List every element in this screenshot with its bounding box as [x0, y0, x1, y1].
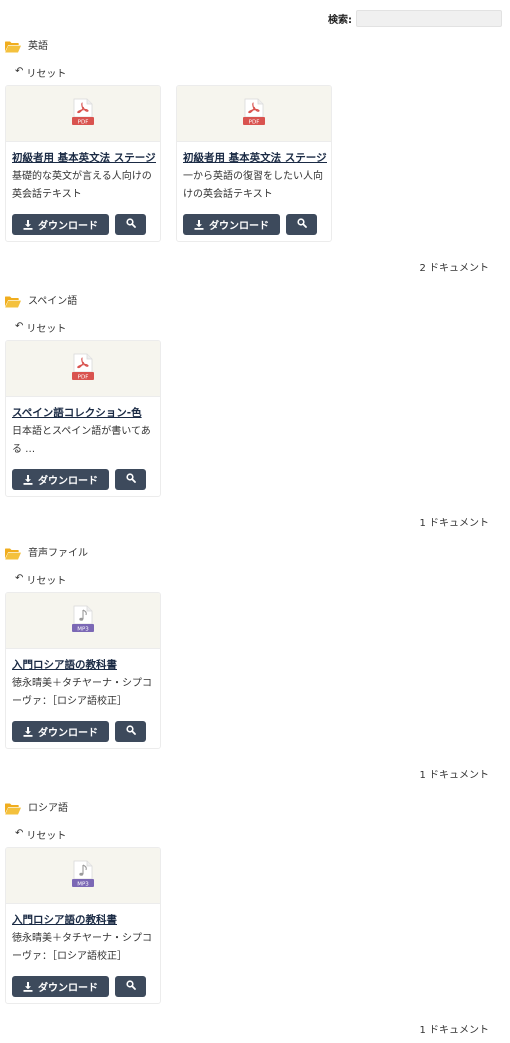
card-list: MP3 入門ロシア語の教科書 徳永晴美＋タチヤーナ・シプコーヴァ：［ロシア語校正…	[5, 847, 161, 1004]
card-title-link[interactable]: スペイン語コレクション-色	[12, 405, 156, 420]
folder-header: ロシア語	[5, 799, 68, 815]
svg-text:PDF: PDF	[249, 119, 260, 125]
folder-name: 音声ファイル	[28, 547, 88, 559]
download-label: ダウンロード	[38, 728, 98, 739]
folder-name: 英語	[28, 40, 48, 52]
card-description: 徳永晴美＋タチヤーナ・シプコーヴァ：［ロシア語校正］	[12, 678, 152, 707]
card-actions: ダウンロード	[12, 976, 146, 997]
preview-button[interactable]	[115, 976, 146, 997]
folder-name: スペイン語	[28, 295, 78, 307]
document-section: スペイン語 ↶ リセット PDF スペイン語コレクション-色 日本語とスペイン語…	[0, 292, 510, 547]
search-icon	[125, 980, 136, 993]
svg-text:PDF: PDF	[78, 119, 89, 125]
reset-label: リセット	[26, 323, 67, 335]
document-card: PDF 初級者用 基本英文法 ステージ2 基礎的な英文が言える人向けの英会話テキ…	[5, 85, 161, 242]
reset-label: リセット	[26, 830, 67, 842]
document-count: 2 ドキュメント	[419, 263, 489, 274]
document-section: ロシア語 ↶ リセット MP3 入門ロシア語の教科書 徳永晴美＋タチヤーナ・シプ…	[0, 799, 510, 1043]
download-button[interactable]: ダウンロード	[12, 469, 109, 490]
search-icon	[125, 473, 136, 486]
reset-label: リセット	[26, 575, 67, 587]
folder-header: スペイン語	[5, 292, 78, 308]
reset-button[interactable]: ↶ リセット	[15, 65, 67, 80]
download-button[interactable]: ダウンロード	[12, 976, 109, 997]
download-button[interactable]: ダウンロード	[183, 214, 280, 235]
card-thumbnail: MP3	[6, 593, 160, 649]
document-count: 1 ドキュメント	[419, 1025, 489, 1036]
card-thumbnail: PDF	[177, 86, 331, 142]
card-title-link[interactable]: 入門ロシア語の教科書	[12, 912, 156, 927]
audio-file-icon: MP3	[72, 605, 94, 637]
undo-icon: ↶	[15, 573, 24, 584]
search-bar: 検索:	[328, 10, 502, 27]
svg-text:PDF: PDF	[78, 374, 89, 380]
preview-button[interactable]	[115, 469, 146, 490]
reset-button[interactable]: ↶ リセット	[15, 320, 67, 335]
card-actions: ダウンロード	[183, 214, 317, 235]
card-list: MP3 入門ロシア語の教科書 徳永晴美＋タチヤーナ・シプコーヴァ：［ロシア語校正…	[5, 592, 161, 749]
download-label: ダウンロード	[209, 221, 269, 232]
folder-header: 音声ファイル	[5, 544, 88, 560]
card-list: PDF 初級者用 基本英文法 ステージ2 基礎的な英文が言える人向けの英会話テキ…	[5, 85, 332, 242]
download-label: ダウンロード	[38, 983, 98, 994]
card-thumbnail: MP3	[6, 848, 160, 904]
folder-open-icon	[5, 800, 21, 815]
card-title-link[interactable]: 初級者用 基本英文法 ステージ1	[183, 150, 327, 165]
pdf-file-icon: PDF	[243, 98, 265, 130]
download-label: ダウンロード	[38, 221, 98, 232]
card-description: 一から英語の復習をしたい人向けの英会話テキスト	[183, 171, 323, 200]
undo-icon: ↶	[15, 828, 24, 839]
card-actions: ダウンロード	[12, 214, 146, 235]
folder-open-icon	[5, 545, 21, 560]
preview-button[interactable]	[286, 214, 317, 235]
card-title-link[interactable]: 入門ロシア語の教科書	[12, 657, 156, 672]
download-label: ダウンロード	[38, 476, 98, 487]
card-description: 日本語とスペイン語が書いてある …	[12, 426, 151, 455]
download-button[interactable]: ダウンロード	[12, 214, 109, 235]
folder-header: 英語	[5, 37, 48, 53]
document-card: PDF 初級者用 基本英文法 ステージ1 一から英語の復習をしたい人向けの英会話…	[176, 85, 332, 242]
download-icon	[23, 981, 33, 992]
card-description: 徳永晴美＋タチヤーナ・シプコーヴァ：［ロシア語校正］	[12, 933, 152, 962]
document-card: MP3 入門ロシア語の教科書 徳永晴美＋タチヤーナ・シプコーヴァ：［ロシア語校正…	[5, 847, 161, 1004]
search-icon	[125, 218, 136, 231]
search-icon	[296, 218, 307, 231]
reset-label: リセット	[26, 68, 67, 80]
card-title-link[interactable]: 初級者用 基本英文法 ステージ2	[12, 150, 156, 165]
card-description: 基礎的な英文が言える人向けの英会話テキスト	[12, 171, 152, 200]
preview-button[interactable]	[115, 214, 146, 235]
download-icon	[194, 219, 204, 230]
document-section: 音声ファイル ↶ リセット MP3 入門ロシア語の教科書 徳永晴美＋タチヤーナ・…	[0, 544, 510, 799]
document-card: PDF スペイン語コレクション-色 日本語とスペイン語が書いてある … ダウンロ…	[5, 340, 161, 497]
reset-button[interactable]: ↶ リセット	[15, 827, 67, 842]
document-section: 英語 ↶ リセット PDF 初級者用 基本英文法 ステージ2 基礎的な英文が言え…	[0, 37, 510, 292]
card-thumbnail: PDF	[6, 86, 160, 142]
card-actions: ダウンロード	[12, 469, 146, 490]
download-icon	[23, 726, 33, 737]
undo-icon: ↶	[15, 321, 24, 332]
folder-open-icon	[5, 38, 21, 53]
folder-open-icon	[5, 293, 21, 308]
download-button[interactable]: ダウンロード	[12, 721, 109, 742]
search-label: 検索:	[328, 15, 352, 26]
card-thumbnail: PDF	[6, 341, 160, 397]
search-input[interactable]	[356, 10, 502, 27]
svg-text:MP3: MP3	[77, 881, 89, 887]
folder-name: ロシア語	[28, 802, 68, 814]
svg-text:MP3: MP3	[77, 626, 89, 632]
pdf-file-icon: PDF	[72, 353, 94, 385]
preview-button[interactable]	[115, 721, 146, 742]
audio-file-icon: MP3	[72, 860, 94, 892]
pdf-file-icon: PDF	[72, 98, 94, 130]
document-card: MP3 入門ロシア語の教科書 徳永晴美＋タチヤーナ・シプコーヴァ：［ロシア語校正…	[5, 592, 161, 749]
card-list: PDF スペイン語コレクション-色 日本語とスペイン語が書いてある … ダウンロ…	[5, 340, 161, 497]
document-count: 1 ドキュメント	[419, 770, 489, 781]
download-icon	[23, 219, 33, 230]
reset-button[interactable]: ↶ リセット	[15, 572, 67, 587]
download-icon	[23, 474, 33, 485]
card-actions: ダウンロード	[12, 721, 146, 742]
document-count: 1 ドキュメント	[419, 518, 489, 529]
undo-icon: ↶	[15, 66, 24, 77]
search-icon	[125, 725, 136, 738]
